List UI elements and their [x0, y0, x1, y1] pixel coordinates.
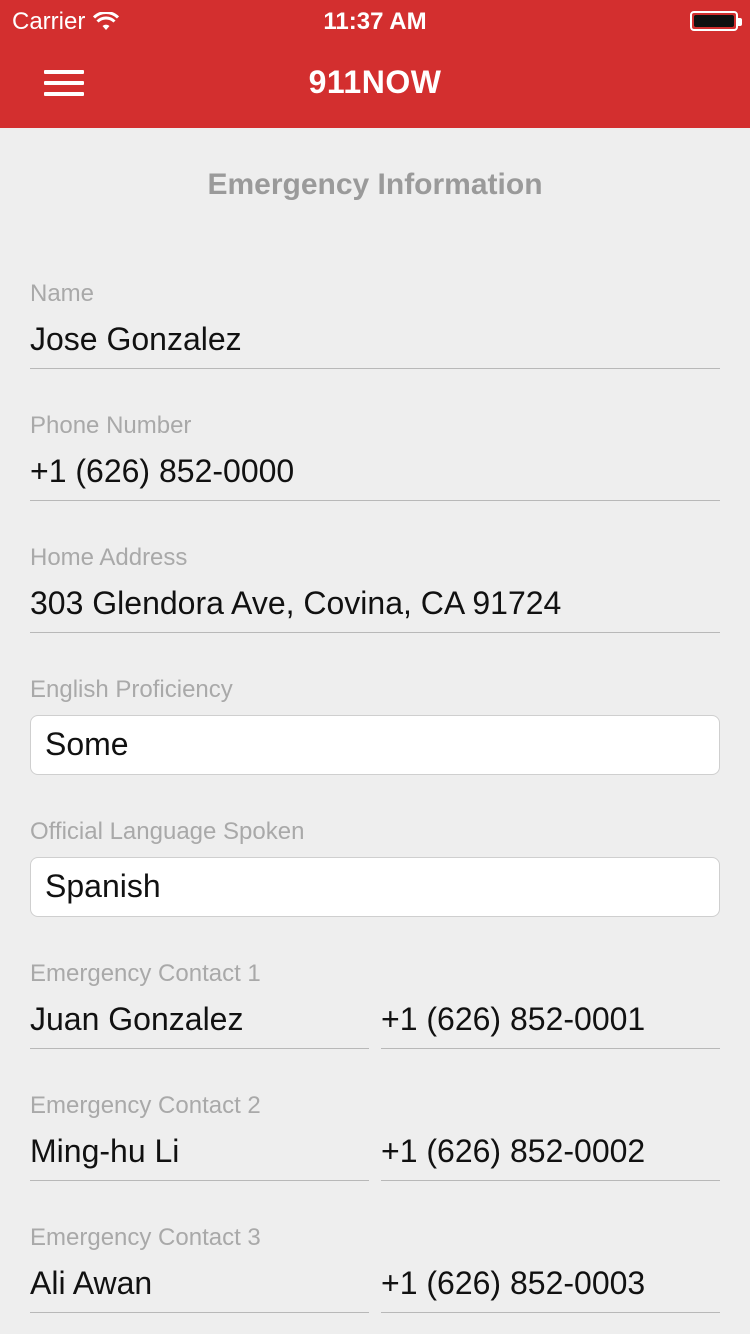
language-select[interactable]: Spanish	[30, 857, 720, 917]
english-proficiency-select[interactable]: Some	[30, 715, 720, 775]
name-field[interactable]: Jose Gonzalez	[30, 313, 720, 369]
english-proficiency-label: English Proficiency	[30, 676, 233, 703]
status-bar: Carrier 11:37 AM	[0, 0, 750, 40]
emergency-contact-3-name-field[interactable]: Ali Awan	[30, 1257, 369, 1313]
battery-icon	[690, 11, 742, 31]
emergency-contact-1-label: Emergency Contact 1	[30, 960, 261, 987]
emergency-contact-1-phone-field[interactable]: +1 (626) 852-0001	[381, 993, 720, 1049]
app-header: Carrier 11:37 AM 911NOW	[0, 0, 750, 128]
page-title: Emergency Information	[207, 168, 543, 201]
app-title: 911NOW	[308, 64, 442, 100]
emergency-contact-2-phone-field[interactable]: +1 (626) 852-0002	[381, 1125, 720, 1181]
emergency-contact-3-phone-field[interactable]: +1 (626) 852-0003	[381, 1257, 720, 1313]
emergency-contact-2-label: Emergency Contact 2	[30, 1092, 261, 1119]
language-label: Official Language Spoken	[30, 818, 305, 845]
status-time: 11:37 AM	[323, 8, 427, 35]
phone-field[interactable]: +1 (626) 852-0000	[30, 445, 720, 501]
name-label: Name	[30, 280, 95, 307]
phone-label: Phone Number	[30, 412, 192, 439]
address-label: Home Address	[30, 544, 188, 571]
emergency-contact-1-name-field[interactable]: Juan Gonzalez	[30, 993, 369, 1049]
address-field[interactable]: 303 Glendora Ave, Covina, CA 91724	[30, 577, 720, 633]
emergency-contact-2-name-field[interactable]: Ming-hu Li	[30, 1125, 369, 1181]
emergency-contact-3-label: Emergency Contact 3	[30, 1224, 261, 1251]
